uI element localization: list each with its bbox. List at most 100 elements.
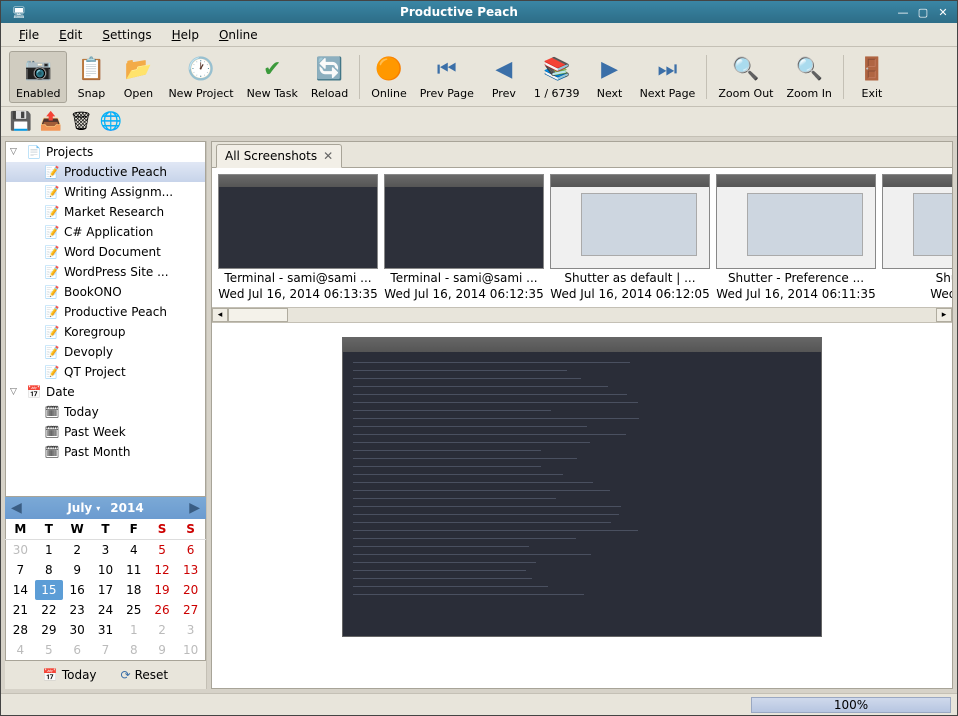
tree-item-project-4[interactable]: 📝Word Document: [6, 242, 205, 262]
toolbar-prevpage[interactable]: ⏮Prev Page: [414, 52, 480, 102]
cal-day[interactable]: 21: [6, 600, 35, 620]
cal-day[interactable]: 28: [6, 620, 35, 640]
cal-day[interactable]: 22: [35, 600, 63, 620]
cal-day[interactable]: 7: [6, 560, 35, 580]
cal-day[interactable]: 7: [91, 640, 119, 661]
calendar-year[interactable]: 2014: [110, 501, 143, 515]
thumbnail-1[interactable]: Terminal - sami@sami ...Wed Jul 16, 2014…: [384, 174, 544, 301]
calendar-next-icon[interactable]: ▶: [189, 500, 200, 516]
tree-item-date-0[interactable]: 🗓Today: [6, 402, 205, 422]
tree-item-project-7[interactable]: 📝Productive Peach: [6, 302, 205, 322]
cal-day[interactable]: 3: [176, 620, 205, 640]
toolbar-newtask[interactable]: ✔New Task: [241, 52, 304, 102]
toolbar-zoomout[interactable]: 🔍Zoom Out: [712, 52, 779, 102]
menu-online[interactable]: Online: [209, 25, 268, 45]
menu-settings[interactable]: Settings: [92, 25, 161, 45]
menu-help[interactable]: Help: [162, 25, 209, 45]
tree-toggle-icon[interactable]: ▽: [10, 147, 22, 157]
toolbar-next[interactable]: ▶Next: [587, 52, 633, 102]
menu-edit[interactable]: Edit: [49, 25, 92, 45]
cal-day[interactable]: 2: [63, 540, 91, 561]
tree-item-date-2[interactable]: 🗓Past Month: [6, 442, 205, 462]
cal-day[interactable]: 6: [63, 640, 91, 661]
thumbnail-0[interactable]: Terminal - sami@sami ...Wed Jul 16, 2014…: [218, 174, 378, 301]
cal-day[interactable]: 9: [63, 560, 91, 580]
preview-image[interactable]: [342, 337, 822, 637]
tree-item-project-2[interactable]: 📝Market Research: [6, 202, 205, 222]
toolbar-exit[interactable]: 🚪Exit: [849, 52, 895, 102]
thumbnail-3[interactable]: Shutter - Preference ...Wed Jul 16, 2014…: [716, 174, 876, 301]
cal-day[interactable]: 10: [91, 560, 119, 580]
cal-day[interactable]: 5: [35, 640, 63, 661]
scroll-handle[interactable]: [228, 308, 288, 322]
tree-item-project-5[interactable]: 📝WordPress Site ...: [6, 262, 205, 282]
cal-day[interactable]: 12: [148, 560, 176, 580]
cal-day[interactable]: 16: [63, 580, 91, 600]
calendar-month[interactable]: July: [67, 501, 92, 515]
menu-file[interactable]: File: [9, 25, 49, 45]
tree-item-project-3[interactable]: 📝C# Application: [6, 222, 205, 242]
cal-day[interactable]: 2: [148, 620, 176, 640]
cal-day[interactable]: 8: [35, 560, 63, 580]
cal-day[interactable]: 30: [63, 620, 91, 640]
toolbar-reload[interactable]: 🔄Reload: [305, 52, 354, 102]
tree-item-project-8[interactable]: 📝Koregroup: [6, 322, 205, 342]
scroll-right-icon[interactable]: ▸: [936, 308, 952, 322]
maximize-icon[interactable]: ▢: [915, 4, 931, 20]
cal-day[interactable]: 5: [148, 540, 176, 561]
cal-day[interactable]: 3: [91, 540, 119, 561]
minimize-icon[interactable]: —: [895, 4, 911, 20]
cal-day[interactable]: 17: [91, 580, 119, 600]
toolbar-newproject[interactable]: 🕐New Project: [162, 52, 239, 102]
toolbar-prev[interactable]: ◀Prev: [481, 52, 527, 102]
tree-item-project-10[interactable]: 📝QT Project: [6, 362, 205, 382]
toolbar-open[interactable]: 📂Open: [115, 52, 161, 102]
cal-day[interactable]: 14: [6, 580, 35, 600]
tab-close-icon[interactable]: ✕: [323, 149, 333, 163]
tab-all-screenshots[interactable]: All Screenshots ✕: [216, 144, 342, 168]
cal-day[interactable]: 15: [35, 580, 63, 600]
cal-day[interactable]: 4: [6, 640, 35, 661]
toolbar-counter[interactable]: 📚1 / 6739: [528, 52, 586, 102]
tree-item-project-9[interactable]: 📝Devoply: [6, 342, 205, 362]
cal-day[interactable]: 10: [176, 640, 205, 661]
cal-day[interactable]: 6: [176, 540, 205, 561]
tool-export[interactable]: 📤: [39, 110, 63, 134]
toolbar-online[interactable]: 🟠Online: [365, 52, 412, 102]
calendar-grid[interactable]: MTWTFSS301234567891011121314151617181920…: [5, 519, 206, 661]
scroll-track[interactable]: [228, 308, 936, 322]
cal-day[interactable]: 29: [35, 620, 63, 640]
cal-day[interactable]: 1: [35, 540, 63, 561]
tree-item-project-0[interactable]: 📝Productive Peach: [6, 162, 205, 182]
cal-day[interactable]: 4: [120, 540, 148, 561]
tree-toggle-icon[interactable]: ▽: [10, 387, 22, 397]
toolbar-snap[interactable]: 📋Snap: [68, 52, 114, 102]
tree-item-project-6[interactable]: 📝BookONO: [6, 282, 205, 302]
tree-item-projects[interactable]: ▽📄Projects: [6, 142, 205, 162]
tool-globe[interactable]: 🌐: [99, 110, 123, 134]
cal-day[interactable]: 9: [148, 640, 176, 661]
tool-delete[interactable]: 🗑: [69, 110, 93, 134]
calendar-today-button[interactable]: 📅Today: [37, 665, 103, 685]
thumbnail-2[interactable]: Shutter as default | ...Wed Jul 16, 2014…: [550, 174, 710, 301]
tree-item-date-1[interactable]: 🗓Past Week: [6, 422, 205, 442]
tree-item-date[interactable]: ▽📅Date: [6, 382, 205, 402]
cal-day[interactable]: 23: [63, 600, 91, 620]
cal-day[interactable]: 27: [176, 600, 205, 620]
scroll-left-icon[interactable]: ◂: [212, 308, 228, 322]
tool-save[interactable]: 💾: [9, 110, 33, 134]
cal-day[interactable]: 26: [148, 600, 176, 620]
cal-day[interactable]: 8: [120, 640, 148, 661]
cal-day[interactable]: 18: [120, 580, 148, 600]
cal-day[interactable]: 1: [120, 620, 148, 640]
cal-day[interactable]: 30: [6, 540, 35, 561]
cal-day[interactable]: 19: [148, 580, 176, 600]
toolbar-zoomin[interactable]: 🔍Zoom In: [780, 52, 837, 102]
cal-day[interactable]: 11: [120, 560, 148, 580]
thumbnail-scrollbar[interactable]: ◂ ▸: [212, 307, 952, 323]
calendar-prev-icon[interactable]: ◀: [11, 500, 22, 516]
cal-day[interactable]: 13: [176, 560, 205, 580]
cal-day[interactable]: 24: [91, 600, 119, 620]
project-tree[interactable]: ▽📄Projects📝Productive Peach📝Writing Assi…: [5, 141, 206, 497]
cal-day[interactable]: 31: [91, 620, 119, 640]
